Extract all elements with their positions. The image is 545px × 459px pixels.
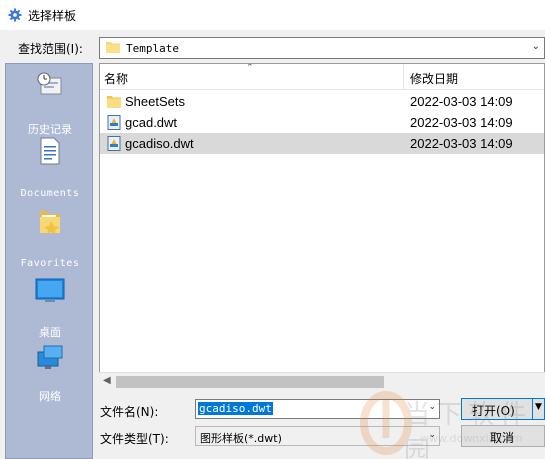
- file-row[interactable]: SheetSets 2022-03-03 14:09: [100, 91, 544, 112]
- column-name-header[interactable]: 名称: [104, 70, 128, 87]
- place-documents[interactable]: Documents: [6, 186, 94, 238]
- file-row-selected[interactable]: gcadiso.dwt 2022-03-03 14:09: [100, 133, 544, 154]
- place-document[interactable]: [6, 136, 94, 169]
- history-icon: [37, 72, 62, 95]
- place-label: 桌面: [39, 326, 61, 339]
- favorites-icon: [35, 278, 65, 302]
- place-favorites[interactable]: Favorites: [6, 256, 94, 306]
- chevron-down-icon[interactable]: ⌄: [428, 402, 436, 412]
- file-name-value: gcadiso.dwt: [198, 402, 273, 415]
- file-date: 2022-03-03 14:09: [410, 94, 513, 109]
- file-list[interactable]: ⌃ 名称 修改日期 SheetSets 2022-03-03 14:09 gca…: [99, 63, 545, 390]
- dwt-file-icon: [107, 136, 121, 151]
- file-row[interactable]: gcad.dwt 2022-03-03 14:09: [100, 112, 544, 133]
- chevron-down-icon[interactable]: ⌄: [532, 41, 540, 52]
- app-gear-icon: [7, 7, 23, 23]
- file-name: gcad.dwt: [125, 115, 178, 130]
- column-date-header[interactable]: 修改日期: [410, 70, 458, 87]
- file-type-label: 文件类型(T):: [100, 432, 169, 446]
- chevron-down-icon[interactable]: ⌄: [428, 430, 436, 440]
- places-bar: 历史记录 Documents Favorites 桌面 网络: [5, 63, 93, 459]
- dwt-file-icon: [107, 115, 121, 130]
- place-history[interactable]: 历史记录: [6, 70, 94, 137]
- column-header: ⌃ 名称 修改日期: [100, 63, 544, 90]
- desktop-icon: [37, 345, 63, 369]
- folder-icon: [107, 96, 121, 108]
- cancel-button[interactable]: 取消: [461, 425, 545, 447]
- file-date: 2022-03-03 14:09: [410, 136, 513, 151]
- chevron-down-icon[interactable]: ▼: [535, 402, 542, 412]
- place-desktop[interactable]: 桌面: [6, 322, 94, 375]
- file-type-value: 图形样板(*.dwt): [200, 432, 282, 445]
- look-in-value: Template: [126, 41, 179, 55]
- file-type-dropdown[interactable]: 图形样板(*.dwt) ⌄: [195, 426, 440, 446]
- column-separator[interactable]: [403, 64, 404, 90]
- place-label: Documents: [20, 188, 80, 199]
- window-title: 选择样板: [28, 8, 77, 23]
- title-bar: 选择样板: [0, 0, 545, 30]
- place-label: 网络: [39, 390, 61, 403]
- place-network[interactable]: 网络: [6, 386, 94, 404]
- file-name-input[interactable]: gcadiso.dwt ⌄: [195, 399, 440, 419]
- look-in-label: 查找范围(I):: [18, 42, 83, 56]
- file-name-label: 文件名(N):: [100, 405, 159, 419]
- place-label: 历史记录: [28, 123, 72, 136]
- open-button-label: 打开(O): [472, 404, 515, 418]
- scroll-left-icon[interactable]: ◀: [103, 375, 111, 386]
- folder-icon: [106, 41, 120, 56]
- document-icon: [40, 137, 60, 165]
- file-name: SheetSets: [125, 94, 185, 109]
- cancel-button-label: 取消: [490, 431, 515, 445]
- place-label: Favorites: [20, 258, 80, 269]
- scrollbar-thumb[interactable]: [116, 376, 384, 388]
- file-date: 2022-03-03 14:09: [410, 115, 513, 130]
- documents-folder-icon: [40, 211, 60, 234]
- look-in-dropdown[interactable]: Template ⌄: [99, 37, 545, 59]
- horizontal-scrollbar[interactable]: ◀: [99, 372, 545, 390]
- file-name: gcadiso.dwt: [125, 136, 194, 151]
- split-divider: [532, 399, 533, 419]
- open-button[interactable]: 打开(O) ▼: [461, 398, 545, 420]
- sort-ascending-icon: ⌃: [246, 63, 254, 73]
